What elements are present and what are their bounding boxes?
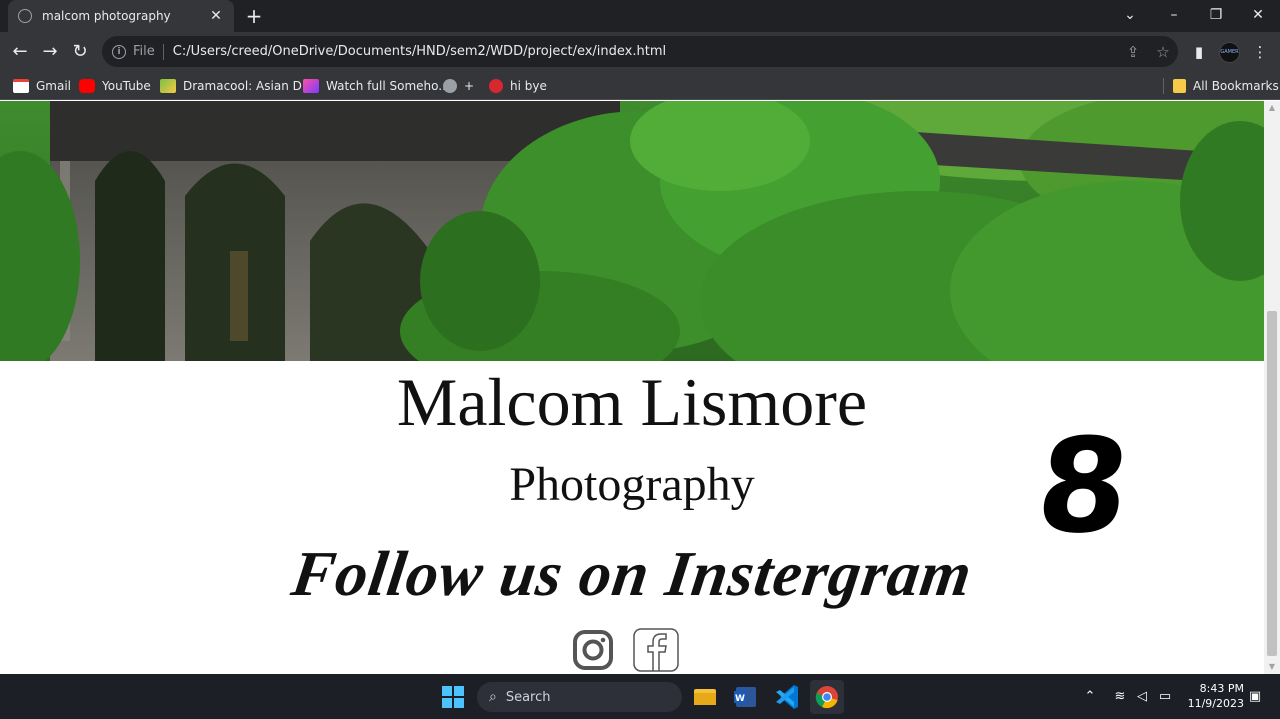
new-tab-button[interactable]: + [242, 4, 266, 28]
reload-button[interactable]: ↻ [66, 38, 94, 66]
vscode-icon[interactable] [770, 680, 804, 714]
tray-expand-icon[interactable]: ⌃ [1080, 674, 1100, 719]
system-clock[interactable]: 8:43 PM 11/9/2023 [1182, 681, 1244, 711]
instagram-icon[interactable] [570, 627, 616, 673]
bookmark-label: Watch full Someho... [326, 79, 450, 93]
site-info-icon[interactable]: i [112, 44, 126, 59]
side-panel-icon[interactable]: ▮ [1185, 38, 1213, 66]
close-window-button[interactable]: ✕ [1236, 0, 1280, 32]
tab-strip: malcom photography ✕ + ⌄ – ❐ ✕ [0, 0, 1280, 32]
bookmarks-divider [1163, 78, 1164, 94]
page-scrollbar[interactable]: ▲ ▼ [1264, 101, 1280, 674]
address-bar[interactable]: i File C:/Users/creed/OneDrive/Documents… [102, 36, 1178, 67]
scroll-down-icon[interactable]: ▼ [1264, 660, 1280, 674]
minimize-button[interactable]: – [1152, 0, 1196, 32]
globe-icon [443, 79, 457, 93]
folder-icon [1173, 79, 1186, 93]
youtube-icon [79, 79, 95, 93]
facebook-icon[interactable] [632, 627, 679, 673]
bookmark-hibye[interactable]: hi bye [489, 76, 547, 96]
scrollbar-thumb[interactable] [1267, 311, 1277, 656]
close-tab-icon[interactable]: ✕ [208, 8, 224, 24]
file-explorer-icon[interactable] [688, 680, 722, 714]
bookmark-label: + [464, 79, 475, 93]
all-bookmarks[interactable]: All Bookmarks [1173, 76, 1279, 96]
scroll-up-icon[interactable]: ▲ [1264, 101, 1280, 115]
address-url[interactable]: C:/Users/creed/OneDrive/Documents/HND/se… [173, 44, 1118, 59]
address-scheme: File [133, 44, 155, 59]
bookmark-dramacool[interactable]: Dramacool: Asian D... [160, 76, 313, 96]
tab-title: malcom photography [42, 9, 171, 23]
notification-icon[interactable]: ▣ [1246, 674, 1264, 719]
bookmark-watch[interactable]: Watch full Someho... [303, 76, 450, 96]
battery-icon[interactable]: ▭ [1155, 674, 1175, 719]
page-viewport: Malcom Lismore Photography 8 Follow us o… [0, 101, 1264, 674]
bookmark-label: Gmail [36, 79, 72, 93]
all-bookmarks-label: All Bookmarks [1193, 79, 1279, 93]
word-icon[interactable]: W [728, 680, 762, 714]
globe-icon [18, 9, 32, 23]
profile-avatar[interactable]: GAMER [1219, 42, 1240, 63]
forward-button[interactable]: → [36, 38, 64, 66]
search-placeholder: Search [505, 689, 551, 705]
bookmark-gmail[interactable]: Gmail [13, 76, 71, 96]
start-button[interactable] [436, 680, 470, 714]
kisskh-icon [303, 79, 319, 93]
chrome-icon[interactable] [810, 680, 844, 714]
hero-image [0, 101, 1264, 361]
clock-date: 11/9/2023 [1187, 697, 1244, 710]
tab-search-icon[interactable]: ⌄ [1108, 0, 1152, 32]
wifi-icon[interactable]: ≋ [1110, 674, 1130, 719]
share-icon[interactable]: ⇪ [1118, 43, 1148, 61]
bookmark-star-icon[interactable]: ☆ [1148, 43, 1178, 61]
bookmark-label: hi bye [510, 79, 547, 93]
bookmark-label: Dramacool: Asian D... [183, 79, 314, 93]
mega-icon [489, 79, 503, 93]
follow-heading: Follow us on Instergram [287, 538, 977, 609]
big-digit: 8 [1030, 410, 1137, 562]
restore-button[interactable]: ❐ [1194, 0, 1238, 32]
search-icon: ⌕ [489, 689, 497, 705]
dramacool-icon [160, 79, 176, 93]
browser-toolbar: ← → ↻ i File C:/Users/creed/OneDrive/Doc… [0, 32, 1280, 72]
taskbar-search[interactable]: ⌕ Search [477, 682, 682, 712]
browser-tab[interactable]: malcom photography ✕ [8, 0, 234, 32]
menu-kebab-icon[interactable]: ⋮ [1246, 38, 1274, 66]
bookmarks-bar: Gmail YouTube Dramacool: Asian D... Watc… [0, 72, 1280, 100]
svg-text:W: W [735, 694, 745, 704]
back-button[interactable]: ← [6, 38, 34, 66]
bookmark-label: YouTube [102, 79, 151, 93]
windows-taskbar: ⌕ Search W ⌃ ≋ ◁ ▭ 8:43 PM 11/9/2023 ▣ [0, 674, 1280, 719]
clock-time: 8:43 PM [1199, 682, 1244, 695]
bookmark-plus[interactable]: + [443, 76, 474, 96]
address-divider [162, 43, 164, 60]
volume-icon[interactable]: ◁ [1132, 674, 1152, 719]
gmail-icon [13, 79, 29, 93]
bookmark-youtube[interactable]: YouTube [79, 76, 151, 96]
